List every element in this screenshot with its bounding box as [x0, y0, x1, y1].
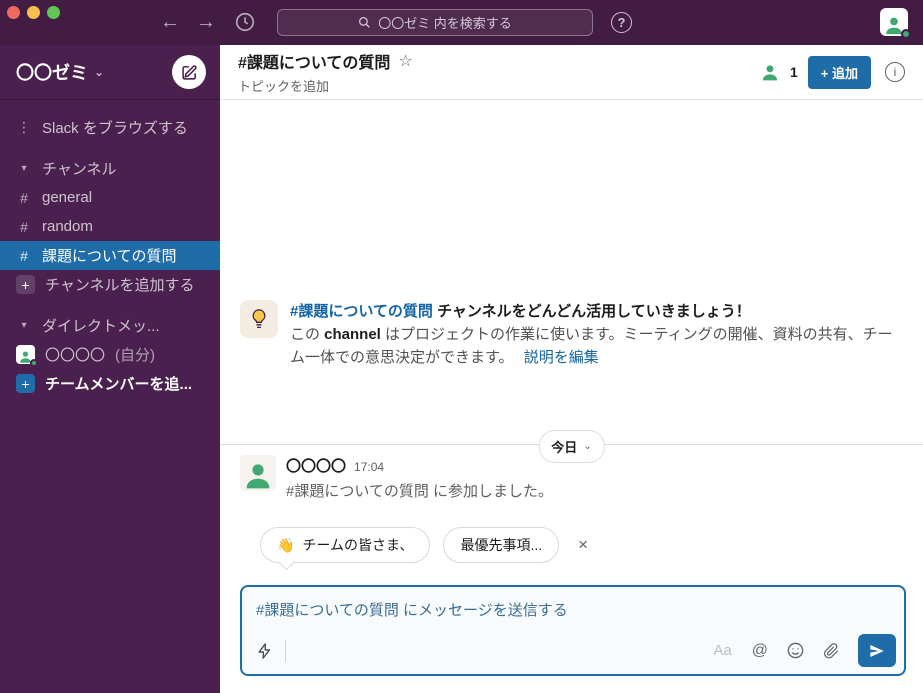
- sidebar-dm-self[interactable]: 〇〇〇〇 (自分): [0, 340, 220, 369]
- search-icon: [359, 16, 371, 28]
- sidebar-section-channels[interactable]: ▾ チャンネル: [0, 154, 220, 183]
- minimize-window-button[interactable]: [27, 6, 40, 19]
- emoji-icon[interactable]: [786, 641, 805, 660]
- user-avatar[interactable]: [880, 8, 911, 39]
- channel-topic-add[interactable]: トピックを追加: [238, 76, 413, 95]
- close-window-button[interactable]: [7, 6, 20, 19]
- plus-icon: +: [16, 374, 35, 393]
- suggestion-chip-1[interactable]: 👋 チームの皆さま、: [260, 527, 431, 563]
- add-people-button[interactable]: + 追加: [807, 55, 871, 89]
- sidebar-channel-general[interactable]: # general: [0, 183, 220, 212]
- welcome-text: #課題についての質問 チャンネルをどんどん活用していきましょう！ この chan…: [290, 303, 893, 366]
- member-count[interactable]: 1: [790, 64, 798, 80]
- channel-info-icon[interactable]: i: [885, 62, 905, 82]
- toolbar-divider: [285, 639, 286, 662]
- channel-welcome-message: #課題についての質問 チャンネルをどんどん活用していきましょう！ この chan…: [240, 300, 900, 369]
- history-clock-icon[interactable]: [232, 9, 258, 35]
- channel-title[interactable]: #課題についての質問: [238, 49, 390, 73]
- presence-indicator: [901, 29, 911, 39]
- workspace-name: 〇〇ゼミ: [16, 63, 88, 83]
- window-controls: [7, 6, 60, 19]
- send-button[interactable]: [858, 634, 896, 667]
- mention-icon[interactable]: @: [752, 642, 768, 660]
- slack-window: ← → 〇〇ゼミ 内を検索する ? 〇〇ゼミ ⌄ ⋮ Slack をブラウズする…: [0, 0, 923, 693]
- message-body: #課題についての質問 に参加しました。: [286, 483, 554, 500]
- date-divider: 今日 ⌄: [220, 430, 923, 463]
- top-bar: ← → 〇〇ゼミ 内を検索する ?: [0, 0, 923, 45]
- history-back-icon[interactable]: ←: [160, 11, 180, 34]
- history-forward-icon[interactable]: →: [196, 11, 216, 34]
- hash-icon: #: [20, 189, 28, 206]
- message-timestamp[interactable]: 17:04: [354, 460, 384, 474]
- composer-toolbar: Aa @: [256, 634, 896, 667]
- person-icon: [246, 464, 270, 489]
- avatar[interactable]: [240, 455, 276, 491]
- send-icon: [870, 644, 884, 657]
- search-input[interactable]: 〇〇ゼミ 内を検索する: [277, 9, 593, 36]
- sidebar-channel-kadai-selected[interactable]: # 課題についての質問: [0, 241, 220, 270]
- main-panel: #課題についての質問 ☆ トピックを追加 1 + 追加 i #課題についての質問…: [220, 45, 923, 693]
- channel-header: #課題についての質問 ☆ トピックを追加 1 + 追加 i: [220, 45, 923, 100]
- avatar: [16, 345, 38, 367]
- hash-icon: #: [20, 218, 28, 235]
- sidebar-section-direct-messages[interactable]: ▾ ダイレクトメッ...: [0, 311, 220, 340]
- workspace-header: 〇〇ゼミ ⌄: [0, 45, 220, 100]
- chevron-down-icon: ⌄: [583, 441, 592, 452]
- plus-icon: +: [16, 275, 35, 294]
- suggested-replies: 👋 チームの皆さま、 最優先事項... ×: [260, 527, 594, 563]
- workspace-menu[interactable]: 〇〇ゼミ ⌄: [16, 59, 104, 85]
- dm-user-name: 〇〇〇〇: [45, 347, 106, 364]
- sidebar-add-channel[interactable]: + チャンネルを追加する: [0, 270, 220, 299]
- new-message-button[interactable]: [172, 55, 206, 89]
- hash-icon: #: [20, 247, 28, 264]
- dm-user-suffix: (自分): [115, 347, 156, 364]
- chevron-down-icon: ⌄: [94, 65, 105, 79]
- text-format-button[interactable]: Aa: [713, 642, 731, 659]
- composer-placeholder[interactable]: #課題についての質問 にメッセージを送信する: [242, 587, 904, 620]
- caret-down-icon: ▾: [21, 163, 27, 174]
- message-author[interactable]: 〇〇〇〇: [286, 455, 346, 476]
- help-icon[interactable]: ?: [611, 12, 632, 33]
- lightbulb-icon: [240, 300, 278, 338]
- dots-icon: ⋮: [17, 119, 31, 135]
- compose-icon: [181, 64, 197, 80]
- shortcuts-bolt-icon[interactable]: [256, 642, 273, 660]
- sidebar-item-browse-slack[interactable]: ⋮ Slack をブラウズする: [0, 113, 220, 142]
- presence-indicator: [30, 359, 38, 367]
- suggestion-chip-2[interactable]: 最優先事項...: [443, 527, 560, 563]
- zoom-window-button[interactable]: [47, 6, 60, 19]
- members-icon[interactable]: [760, 62, 780, 82]
- sidebar-channel-random[interactable]: # random: [0, 212, 220, 241]
- star-icon[interactable]: ☆: [398, 51, 412, 71]
- close-icon[interactable]: ×: [572, 535, 594, 555]
- channel-link[interactable]: #課題についての質問: [290, 303, 433, 320]
- edit-description-link[interactable]: 説明を編集: [524, 349, 599, 366]
- wave-emoji-icon: 👋: [277, 536, 295, 553]
- caret-down-icon: ▾: [21, 320, 27, 331]
- attachment-paperclip-icon[interactable]: [823, 642, 840, 660]
- sidebar-add-team-member[interactable]: + チームメンバーを追...: [0, 369, 220, 398]
- message-composer[interactable]: #課題についての質問 にメッセージを送信する Aa @: [240, 585, 906, 676]
- search-placeholder: 〇〇ゼミ 内を検索する: [378, 16, 512, 31]
- sidebar: 〇〇ゼミ ⌄ ⋮ Slack をブラウズする ▾ チャンネル # general…: [0, 45, 220, 693]
- message-row: 〇〇〇〇 17:04 #課題についての質問 に参加しました。: [240, 455, 553, 501]
